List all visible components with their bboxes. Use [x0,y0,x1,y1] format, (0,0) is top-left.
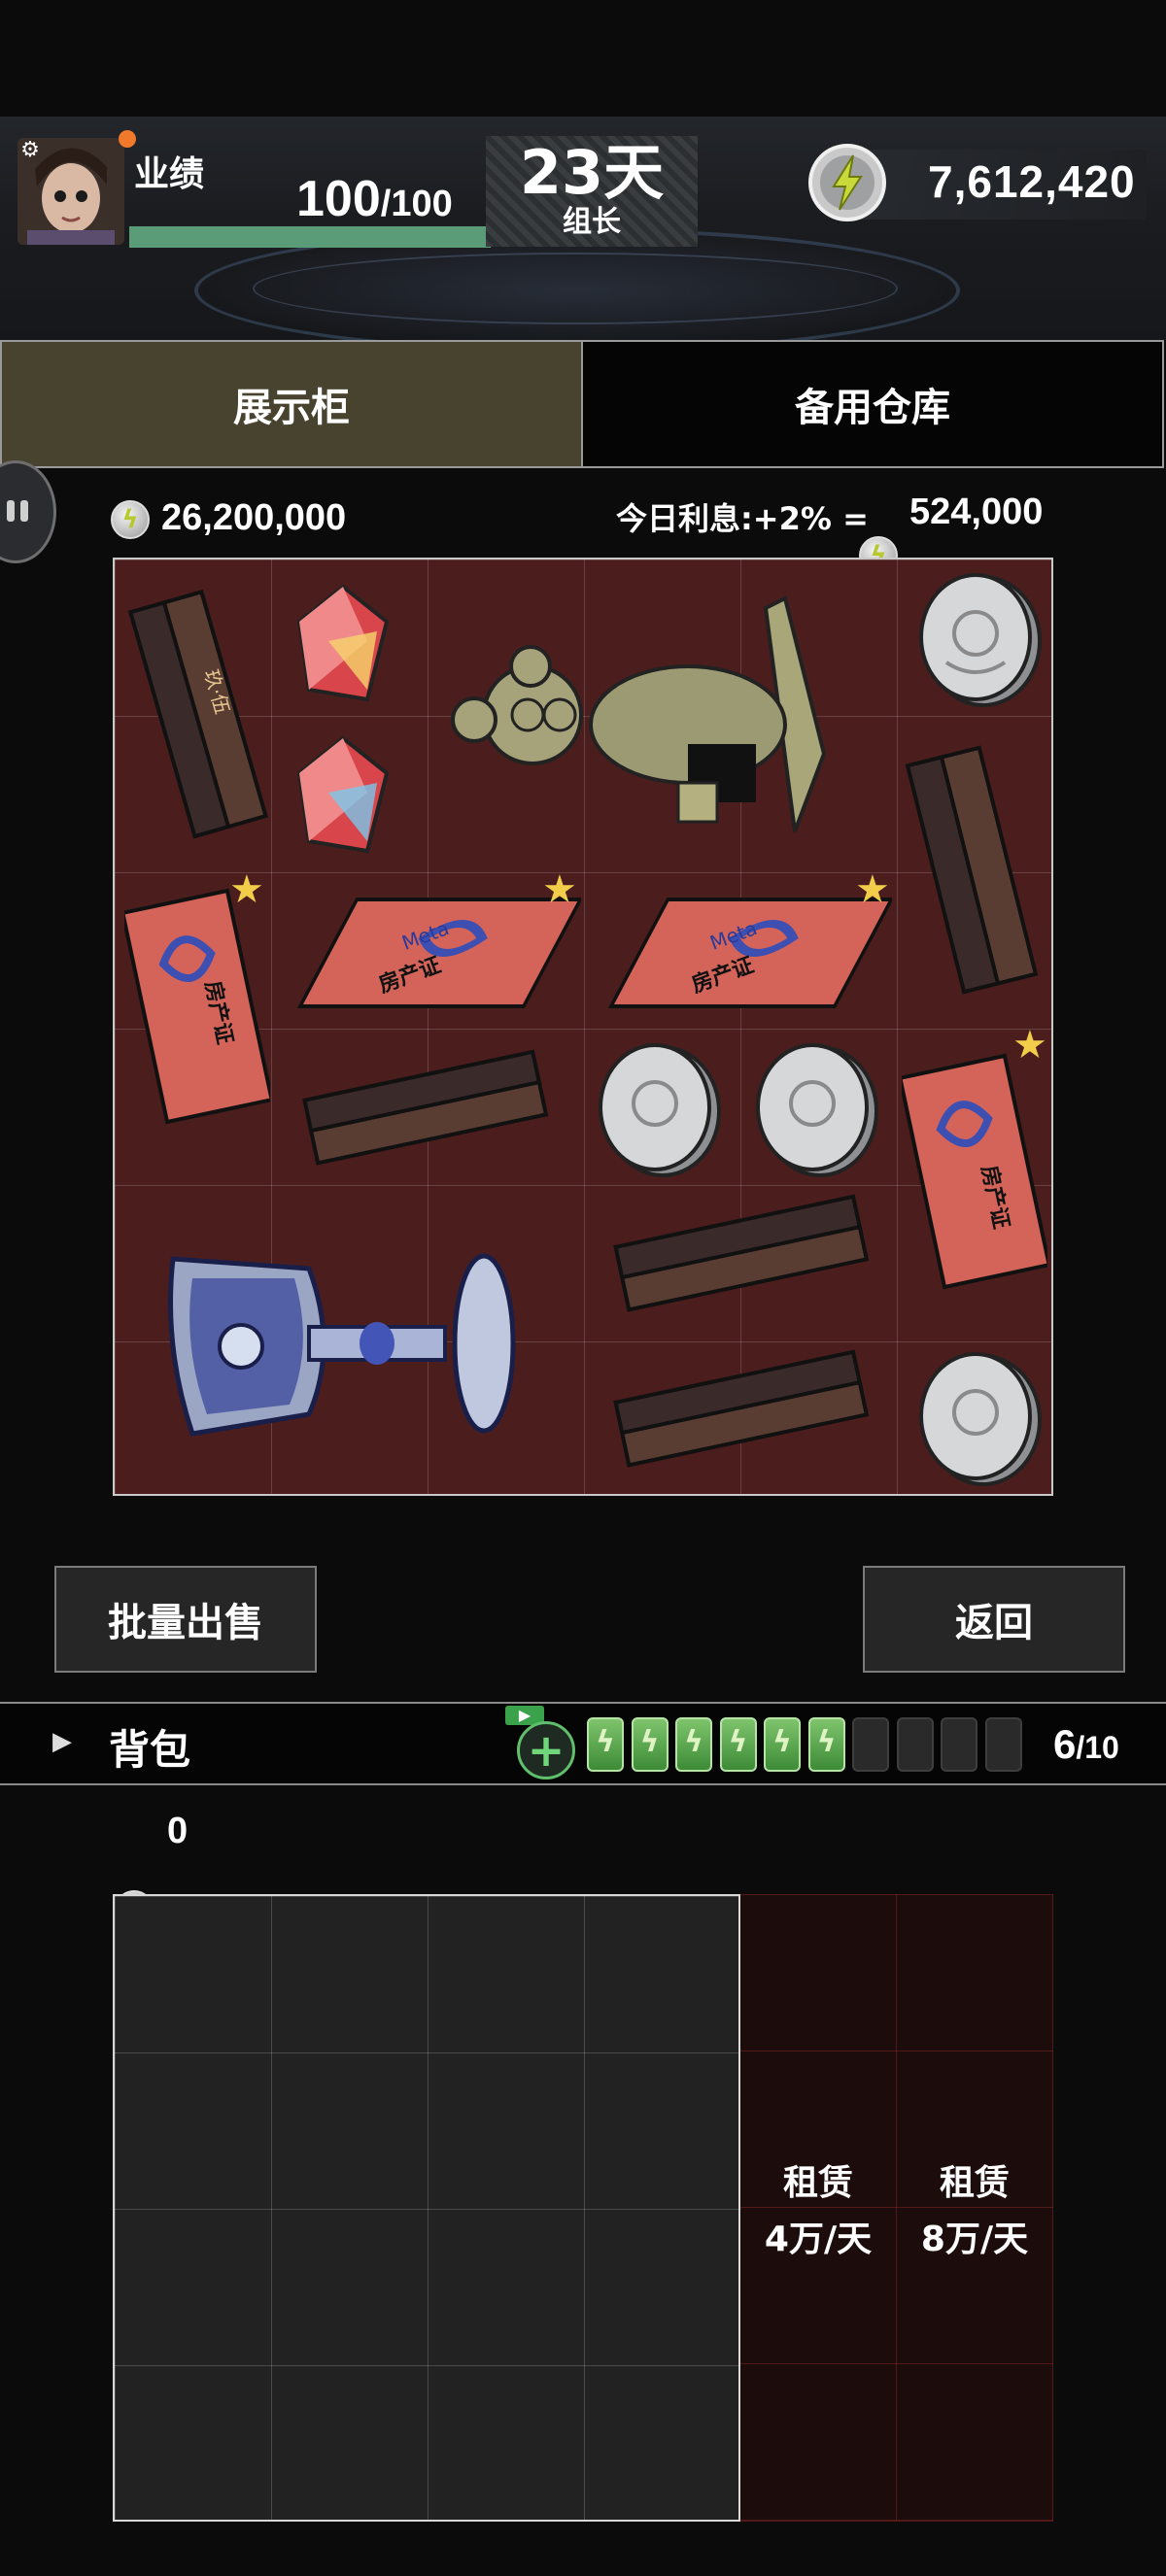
cabinet-total-value: 26,200,000 [161,497,347,538]
capacity-max: /10 [1076,1730,1119,1765]
battery-full-icon [675,1717,712,1772]
backpack-value: 0 [167,1811,189,1851]
add-capacity-icon[interactable]: + [517,1721,575,1779]
top-status-bar: ⚙ 业绩 100/100 23天 组长 7,612,420 [0,117,1166,340]
wooden-plaque-item[interactable] [892,744,1047,997]
statue-item[interactable] [445,589,853,851]
back-button[interactable]: 返回 [863,1566,1125,1673]
performance-progress-bar [129,226,491,248]
rent-price: 8万/天 [920,2220,1029,2259]
battery-empty-icon [941,1717,977,1772]
battery-full-icon [587,1717,624,1772]
settings-gear-icon[interactable]: ⚙ [17,138,43,163]
performance-value: 100/100 [296,170,453,228]
performance-max: /100 [380,184,453,224]
trophy-chalice-item[interactable] [154,1220,542,1463]
silver-coin-item[interactable] [748,1035,884,1181]
daily-interest-label: 今日利息:+2% = [616,500,869,537]
property-deed-item[interactable] [902,1045,1047,1298]
backpack-capacity: 6/10 [1053,1721,1119,1768]
rank-title: 组长 [563,205,621,239]
rent-title: 租赁 [939,2163,1010,2203]
silver-coin-item[interactable] [911,1344,1047,1490]
star-badge-icon: ★ [1012,1023,1047,1068]
tab-display-cabinet[interactable]: 展示柜 [0,340,583,468]
handle-eye-left-icon [7,500,15,522]
wooden-plaque-item[interactable] [299,1045,562,1171]
star-badge-icon: ★ [229,867,264,912]
wooden-plaque-item[interactable]: 玖·伍 [122,589,268,841]
energy-coin-icon [808,144,886,221]
silver-coin-item[interactable] [591,1035,727,1181]
red-crystal-item[interactable] [290,734,396,861]
battery-empty-icon [852,1717,889,1772]
display-cabinet-grid[interactable]: 玖·伍 房产证 ★ 房产证 Meta ★ 房产证 Meta ★ 房产证 ★ [113,558,1053,1496]
rent-slot-column-2[interactable]: 租赁 8万/天 [897,1894,1053,2522]
battery-empty-icon [984,1717,1022,1772]
wooden-plaque-item[interactable] [600,1346,892,1473]
rent-slot-column-1[interactable]: 租赁 4万/天 [740,1894,897,2522]
rent-price: 4万/天 [764,2220,873,2259]
battery-empty-icon [896,1717,934,1772]
backpack-label: 背包 [109,1726,191,1774]
energy-balance-value: 7,612,420 [928,156,1136,207]
capacity-current: 6 [1053,1721,1077,1767]
rent-title: 租赁 [782,2163,853,2203]
side-drawer-handle[interactable] [0,460,56,563]
silver-coin-item[interactable] [911,565,1047,711]
cabinet-coin-icon [111,500,150,539]
battery-full-icon [807,1717,845,1772]
red-crystal-item[interactable] [290,583,396,709]
performance-progress-fill [129,226,491,248]
property-deed-item[interactable] [124,880,270,1133]
handle-eye-right-icon [20,500,28,522]
performance-label: 业绩 [134,154,205,194]
expand-arrow-icon[interactable]: ▶ [52,1727,72,1756]
backpack-grid[interactable] [113,1894,740,2522]
days-rank-badge: 23天 组长 [486,136,698,247]
days-counter: 23天 [519,137,665,208]
performance-current: 100 [296,171,381,227]
star-badge-icon: ★ [542,867,577,912]
wooden-plaque-item[interactable] [600,1191,892,1317]
bulk-sell-button[interactable]: 批量出售 [54,1566,317,1673]
star-badge-icon: ★ [855,867,890,912]
battery-full-icon [631,1717,669,1772]
stage-inner-ring-decoration [253,253,898,324]
battery-full-icon [764,1717,801,1772]
tab-backup-warehouse[interactable]: 备用仓库 [581,340,1164,468]
battery-full-icon [719,1717,757,1772]
daily-interest-value: 524,000 [909,491,1044,532]
